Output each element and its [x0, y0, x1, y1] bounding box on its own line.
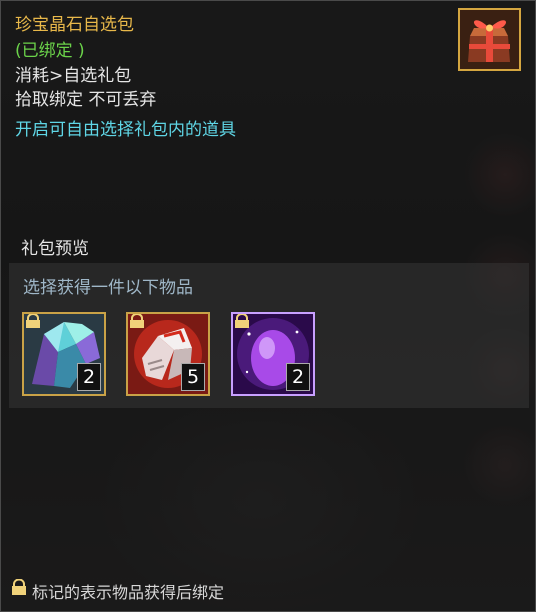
reward-count: 5: [181, 363, 205, 391]
lock-icon: [12, 579, 26, 595]
preview-subtitle: 选择获得一件以下物品: [23, 278, 193, 298]
reward-slot-gauntlet[interactable]: 5: [126, 312, 210, 396]
preview-label: 礼包预览: [21, 239, 89, 259]
gift-box-icon: [458, 8, 521, 71]
reward-count: 2: [77, 363, 101, 391]
lock-icon: [26, 314, 40, 328]
reward-slot-egg[interactable]: 2: [231, 312, 315, 396]
item-tooltip-panel: 珍宝晶石自选包 (已绑定 ) 消耗>自选礼包 拾取绑定 不可丢弃 开启可自由选择…: [0, 0, 536, 612]
bind-rule: 拾取绑定 不可丢弃: [15, 90, 157, 110]
bind-note: 标记的表示物品获得后绑定: [32, 583, 225, 602]
reward-count: 2: [286, 363, 310, 391]
item-category: 消耗>自选礼包: [15, 66, 132, 86]
item-title: 珍宝晶石自选包: [15, 15, 134, 35]
bound-status: (已绑定 ): [15, 41, 85, 61]
item-description: 开启可自由选择礼包内的道具: [15, 120, 236, 140]
lock-icon: [130, 314, 144, 328]
lock-icon: [235, 314, 249, 328]
reward-slot-crystal[interactable]: 2: [22, 312, 106, 396]
